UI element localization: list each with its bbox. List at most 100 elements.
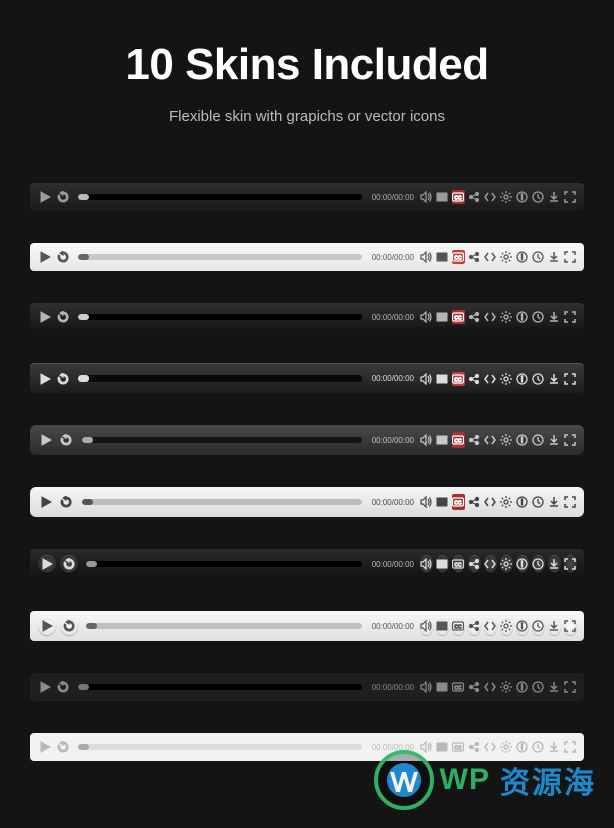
captions-button[interactable] (452, 250, 465, 264)
download-button[interactable] (548, 432, 561, 448)
playlist-button[interactable] (436, 310, 449, 324)
captions-button[interactable] (452, 494, 465, 510)
download-button[interactable] (548, 250, 561, 264)
playlist-button[interactable] (436, 494, 449, 510)
embed-button[interactable] (484, 680, 497, 694)
progress-bar[interactable] (78, 375, 362, 382)
captions-button[interactable] (452, 310, 465, 324)
progress-bar[interactable] (86, 561, 362, 567)
settings-button[interactable] (500, 494, 513, 510)
settings-button[interactable] (500, 310, 513, 324)
embed-button[interactable] (484, 250, 497, 264)
playlist-button[interactable] (436, 250, 449, 264)
replay-button[interactable] (58, 494, 74, 510)
play-button[interactable] (38, 494, 54, 510)
info-button[interactable] (516, 372, 529, 386)
fullscreen-button[interactable] (564, 617, 577, 635)
replay-button[interactable] (56, 372, 70, 386)
embed-button[interactable] (484, 310, 497, 324)
progress-bar[interactable] (82, 499, 362, 505)
playlist-button[interactable] (436, 372, 449, 386)
progress-bar[interactable] (78, 744, 362, 750)
embed-button[interactable] (484, 494, 497, 510)
volume-button[interactable] (420, 432, 433, 448)
share-button[interactable] (468, 494, 481, 510)
download-button[interactable] (548, 555, 561, 573)
replay-button[interactable] (60, 555, 78, 573)
settings-button[interactable] (500, 432, 513, 448)
share-button[interactable] (468, 617, 481, 635)
share-button[interactable] (468, 432, 481, 448)
clock-button[interactable] (532, 494, 545, 510)
play-button[interactable] (38, 310, 52, 324)
download-button[interactable] (548, 617, 561, 635)
settings-button[interactable] (500, 190, 513, 204)
fullscreen-button[interactable] (564, 372, 577, 386)
captions-button[interactable] (452, 680, 465, 694)
captions-button[interactable] (452, 432, 465, 448)
clock-button[interactable] (532, 250, 545, 264)
captions-button[interactable] (452, 190, 465, 204)
fullscreen-button[interactable] (564, 190, 577, 204)
download-button[interactable] (548, 190, 561, 204)
replay-button[interactable] (60, 617, 78, 635)
fullscreen-button[interactable] (564, 494, 577, 510)
replay-button[interactable] (58, 432, 74, 448)
share-button[interactable] (468, 190, 481, 204)
info-button[interactable] (516, 555, 529, 573)
volume-button[interactable] (420, 372, 433, 386)
info-button[interactable] (516, 432, 529, 448)
share-button[interactable] (468, 555, 481, 573)
share-button[interactable] (468, 310, 481, 324)
progress-bar[interactable] (78, 254, 362, 260)
progress-bar[interactable] (86, 623, 362, 629)
play-button[interactable] (38, 680, 52, 694)
clock-button[interactable] (532, 555, 545, 573)
download-button[interactable] (548, 372, 561, 386)
volume-button[interactable] (420, 250, 433, 264)
playlist-button[interactable] (436, 617, 449, 635)
embed-button[interactable] (484, 190, 497, 204)
playlist-button[interactable] (436, 432, 449, 448)
replay-button[interactable] (56, 250, 70, 264)
embed-button[interactable] (484, 617, 497, 635)
progress-bar[interactable] (78, 194, 362, 200)
fullscreen-button[interactable] (564, 310, 577, 324)
info-button[interactable] (516, 680, 529, 694)
fullscreen-button[interactable] (564, 555, 577, 573)
replay-button[interactable] (56, 190, 70, 204)
settings-button[interactable] (500, 372, 513, 386)
clock-button[interactable] (532, 432, 545, 448)
replay-button[interactable] (56, 680, 70, 694)
settings-button[interactable] (500, 680, 513, 694)
fullscreen-button[interactable] (564, 432, 577, 448)
info-button[interactable] (516, 310, 529, 324)
clock-button[interactable] (532, 310, 545, 324)
info-button[interactable] (516, 190, 529, 204)
play-button[interactable] (38, 190, 52, 204)
share-button[interactable] (468, 250, 481, 264)
replay-button[interactable] (56, 310, 70, 324)
settings-button[interactable] (500, 250, 513, 264)
volume-button[interactable] (420, 310, 433, 324)
settings-button[interactable] (500, 555, 513, 573)
progress-bar[interactable] (82, 437, 362, 443)
captions-button[interactable] (452, 555, 465, 573)
progress-bar[interactable] (78, 314, 362, 320)
download-button[interactable] (548, 494, 561, 510)
embed-button[interactable] (484, 372, 497, 386)
playlist-button[interactable] (436, 680, 449, 694)
settings-button[interactable] (500, 617, 513, 635)
play-button[interactable] (38, 740, 52, 754)
download-button[interactable] (548, 680, 561, 694)
fullscreen-button[interactable] (564, 680, 577, 694)
info-button[interactable] (516, 250, 529, 264)
play-button[interactable] (38, 617, 56, 635)
embed-button[interactable] (484, 432, 497, 448)
clock-button[interactable] (532, 680, 545, 694)
clock-button[interactable] (532, 190, 545, 204)
volume-button[interactable] (420, 617, 433, 635)
volume-button[interactable] (420, 555, 433, 573)
progress-bar[interactable] (78, 684, 362, 690)
info-button[interactable] (516, 494, 529, 510)
